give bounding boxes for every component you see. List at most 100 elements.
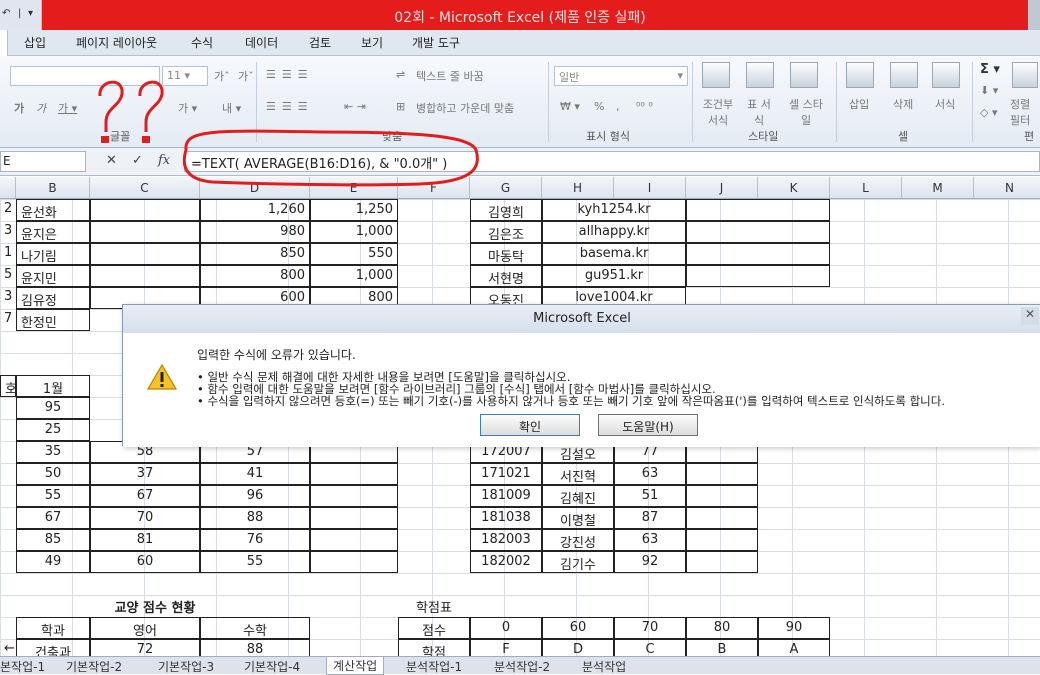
column-header-j[interactable]: J — [686, 177, 758, 199]
vertical-align-icons[interactable]: ☰☰☰ — [266, 68, 314, 81]
tab-view[interactable]: 보기 — [361, 34, 383, 51]
tab-developer[interactable]: 개발 도구 — [412, 34, 460, 51]
autosum-icon[interactable]: Σ ▾ — [980, 62, 1000, 77]
name-box[interactable]: E — [0, 151, 86, 172]
format-cell-icon[interactable] — [932, 62, 960, 88]
tab-review[interactable]: 검토 — [309, 34, 331, 51]
sort-filter-label[interactable]: 정렬 필터 — [1010, 96, 1038, 128]
cell[interactable]: 1,250 — [310, 199, 398, 221]
cell[interactable]: 72 — [90, 639, 200, 656]
cell[interactable]: C — [614, 639, 686, 656]
cell[interactable]: 한정민 — [16, 309, 90, 331]
cell[interactable]: 55 — [200, 551, 310, 573]
cell[interactable]: allhappy.kr — [542, 221, 686, 243]
cell[interactable]: 85 — [16, 529, 90, 551]
cell[interactable]: 90 — [758, 617, 830, 639]
cell[interactable]: 550 — [310, 243, 398, 265]
sheet-tab[interactable]: 기본작업-2 — [66, 658, 122, 675]
cell[interactable]: 마동탁 — [470, 243, 542, 265]
cell[interactable]: 182002 — [470, 551, 542, 573]
italic-icon[interactable]: 가 — [36, 100, 46, 116]
sheet-tab[interactable]: 기본작업-3 — [158, 658, 214, 675]
cell-style-label[interactable]: 셀 스타일 — [786, 96, 826, 128]
cell[interactable]: 850 — [200, 243, 310, 265]
format-cell-label[interactable]: 서식 — [935, 96, 955, 112]
cell[interactable]: ← — [0, 639, 16, 656]
cell[interactable]: D — [542, 639, 614, 656]
column-header-d[interactable]: D — [200, 177, 310, 199]
cell[interactable]: 63 — [614, 463, 686, 485]
insert-function-icon[interactable]: fx — [158, 153, 170, 168]
merge-center-icon[interactable]: ⊞ — [396, 100, 405, 113]
cell[interactable]: 학점 — [398, 639, 470, 656]
cell[interactable] — [686, 463, 758, 485]
cell[interactable]: 수학 — [200, 617, 310, 639]
tab-formulas[interactable]: 수식 — [191, 34, 213, 51]
cell[interactable] — [90, 199, 200, 221]
cell[interactable]: 나기림 — [16, 243, 90, 265]
cell[interactable]: 2 — [0, 199, 16, 221]
underline-icon[interactable]: 가 ▾ — [58, 100, 77, 116]
currency-icon[interactable]: ₩ ▾ — [560, 100, 580, 113]
cell[interactable]: 건축과 — [16, 639, 90, 656]
indent-icons[interactable]: ⇤ ⇥ — [344, 100, 366, 113]
tab-data[interactable]: 데이터 — [245, 34, 278, 51]
sheet-tab-active[interactable]: 계산작업 — [326, 657, 385, 675]
cell[interactable]: 182003 — [470, 529, 542, 551]
cell[interactable]: 81 — [90, 529, 200, 551]
enter-icon[interactable]: ✓ — [132, 153, 143, 168]
cell[interactable] — [310, 529, 398, 551]
cell-style-icon[interactable] — [790, 62, 818, 88]
sheet-tab[interactable]: 본작업-1 — [0, 658, 45, 675]
wrap-text-label[interactable]: 텍스트 줄 바꿈 — [416, 68, 484, 84]
number-format-box[interactable]: 일반 ▾ — [554, 66, 688, 86]
cell[interactable]: 이명철 — [542, 507, 614, 529]
font-name-box[interactable] — [10, 66, 160, 86]
column-header-c[interactable]: C — [90, 177, 200, 199]
table-format-label[interactable]: 표 서식 — [744, 96, 774, 128]
grow-font-icon[interactable]: 가ˆ — [214, 68, 230, 84]
formula-input[interactable]: =TEXT( AVERAGE(B16:D16), & "0.0개" ) — [184, 151, 1040, 172]
cell[interactable]: 김혜진 — [542, 485, 614, 507]
conditional-format-label[interactable]: 조건부 서식 — [700, 96, 736, 128]
cell[interactable]: 윤지민 — [16, 265, 90, 287]
cell[interactable]: 김기수 — [542, 551, 614, 573]
cell[interactable]: 김유정 — [16, 287, 90, 309]
column-header-l[interactable]: L — [830, 177, 902, 199]
cell[interactable]: 70 — [614, 617, 686, 639]
cell[interactable] — [90, 265, 200, 287]
cell[interactable]: 3 — [0, 221, 16, 243]
cell[interactable]: 92 — [614, 551, 686, 573]
cell[interactable]: 점수 — [398, 617, 470, 639]
cell[interactable]: 181009 — [470, 485, 542, 507]
cell[interactable]: 윤지은 — [16, 221, 90, 243]
cell[interactable]: 95 — [16, 397, 90, 419]
decimal-icons[interactable]: ⁰⁰ ⁰ — [636, 100, 653, 113]
cancel-icon[interactable]: ✕ — [106, 153, 117, 168]
cell[interactable]: kyh1254.kr — [542, 199, 686, 221]
font-size-box[interactable]: 11 ▾ — [162, 66, 208, 86]
cell[interactable]: basema.kr — [542, 243, 686, 265]
cell[interactable]: 0 — [470, 617, 542, 639]
cell[interactable]: 60 — [542, 617, 614, 639]
merge-center-label[interactable]: 병합하고 가운데 맞춤 — [416, 100, 514, 116]
cell[interactable]: 37 — [90, 463, 200, 485]
column-header-h[interactable]: H — [542, 177, 614, 199]
cell[interactable]: 1,000 — [310, 221, 398, 243]
cell[interactable]: 51 — [614, 485, 686, 507]
horizontal-align-icons[interactable]: ☰☰☰ — [266, 100, 314, 113]
cell[interactable] — [90, 221, 200, 243]
column-header-f[interactable]: F — [398, 177, 470, 199]
percent-icon[interactable]: % — [594, 100, 604, 113]
cell[interactable]: 1월 — [16, 375, 90, 397]
cell[interactable]: 5 — [0, 265, 16, 287]
cell[interactable] — [310, 463, 398, 485]
cell[interactable] — [310, 551, 398, 573]
table-format-icon[interactable] — [746, 62, 774, 88]
cell[interactable]: 서현명 — [470, 265, 542, 287]
cell[interactable] — [686, 221, 830, 243]
column-header-e[interactable]: E — [310, 177, 398, 199]
cell[interactable]: 7 — [0, 309, 16, 331]
column-header-g[interactable]: G — [470, 177, 542, 199]
cell[interactable]: gu951.kr — [542, 265, 686, 287]
